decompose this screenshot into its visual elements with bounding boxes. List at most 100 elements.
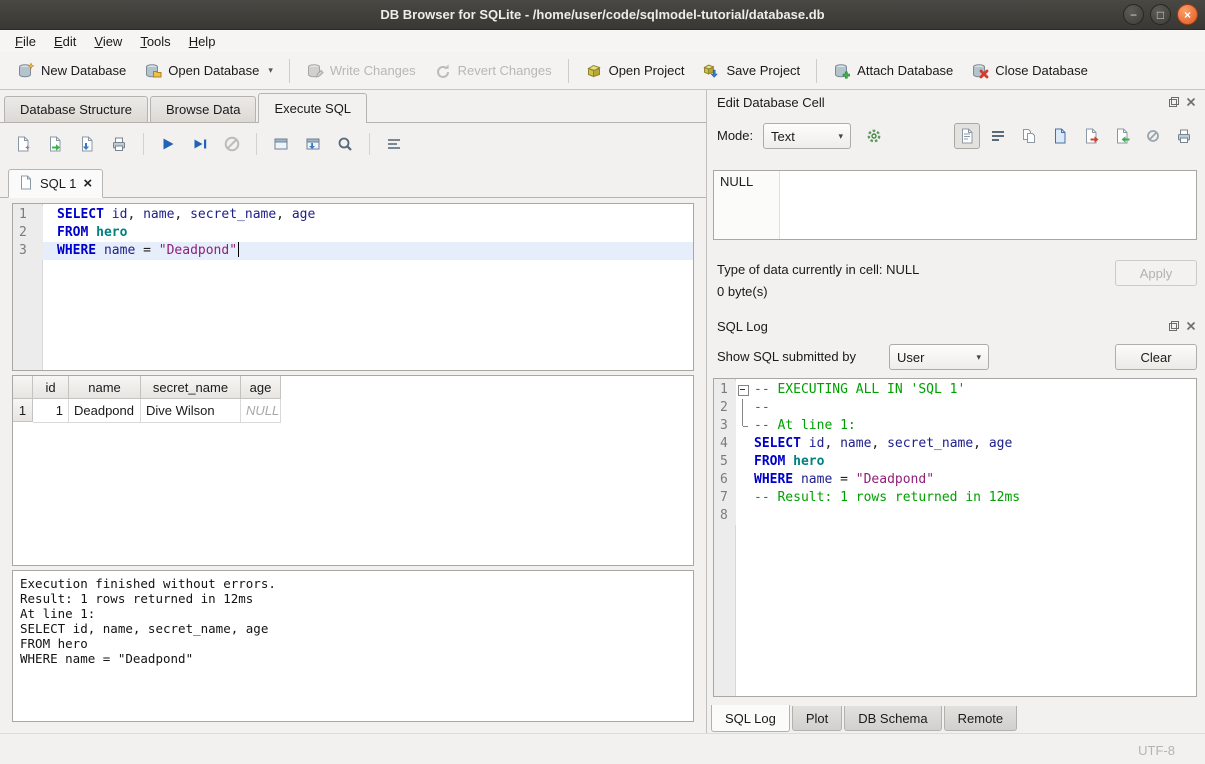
code-token: , [973, 436, 989, 451]
tab-database-structure[interactable]: Database Structure [4, 96, 148, 122]
sql-editor-area[interactable]: 1SELECT id, name, secret_name, age2FROM … [13, 204, 693, 370]
fold-marker[interactable] [736, 381, 750, 399]
sql-log-area[interactable]: 1-- EXECUTING ALL IN 'SQL 1'2--3-- At li… [714, 379, 1196, 696]
table-cell[interactable]: Dive Wilson [141, 399, 241, 423]
close-panel-icon[interactable] [1185, 96, 1197, 108]
float-panel-icon[interactable] [1168, 320, 1180, 332]
code-line-text: -- Result: 1 rows returned in 12ms [750, 489, 1020, 507]
sql-editor-toolbar [10, 131, 407, 157]
apply-button[interactable]: Apply [1115, 260, 1197, 286]
new-tab-button[interactable] [10, 131, 36, 157]
toolbar-button-open-project[interactable]: Open Project [576, 58, 694, 84]
tab-execute-sql[interactable]: Execute SQL [258, 93, 367, 123]
line-number: 1 [714, 381, 736, 399]
print-content-button[interactable] [1171, 123, 1197, 149]
save-sql-file-button[interactable] [74, 131, 100, 157]
stop-icon [223, 135, 241, 153]
toolbar-button-open-database[interactable]: Open Database▾ [135, 58, 282, 84]
column-header-id[interactable]: id [33, 376, 69, 399]
find-replace-button[interactable] [332, 131, 358, 157]
dock-tab-plot[interactable]: Plot [792, 706, 842, 731]
toolbar-button-new-database[interactable]: New Database [8, 58, 135, 84]
table-cell[interactable]: 1 [33, 399, 69, 423]
column-header-age[interactable]: age [241, 376, 281, 399]
close-tab-icon[interactable]: × [83, 176, 92, 191]
export-content-button[interactable] [1078, 123, 1104, 149]
submitted-by-select[interactable]: User ▾ [889, 344, 989, 370]
cell-editor-content[interactable] [780, 171, 1196, 239]
apply-settings-button[interactable] [861, 123, 887, 149]
edit-cell-title: Edit Database Cell [717, 95, 825, 110]
line-number: 8 [714, 507, 736, 525]
dock-tab-db-schema[interactable]: DB Schema [844, 706, 941, 731]
toggle-display-icon [385, 135, 403, 153]
menu-tools[interactable]: Tools [131, 32, 179, 51]
status-bar: UTF-8 [0, 733, 1205, 764]
app-window: DB Browser for SQLite - /home/user/code/… [0, 0, 1205, 764]
close-panel-icon[interactable] [1185, 320, 1197, 332]
table-cell[interactable]: NULL [241, 399, 281, 423]
menu-edit[interactable]: Edit [45, 32, 85, 51]
code-line-text: FROM hero [43, 224, 127, 242]
menu-file[interactable]: File [6, 32, 45, 51]
save-results-button[interactable] [300, 131, 326, 157]
sql-editor[interactable]: 1SELECT id, name, secret_name, age2FROM … [12, 203, 694, 371]
code-line: 5FROM hero [714, 453, 1196, 471]
cell-toolbar [954, 123, 1197, 149]
dropdown-arrow-icon[interactable]: ▾ [268, 65, 273, 76]
results-header-row: idnamesecret_nameage [13, 376, 693, 399]
column-header-name[interactable]: name [69, 376, 141, 399]
results-corner-cell [13, 376, 33, 399]
word-wrap-button[interactable] [985, 123, 1011, 149]
menu-view[interactable]: View [85, 32, 131, 51]
code-token: , [174, 207, 190, 222]
toolbar-button-close-database[interactable]: Close Database [962, 58, 1097, 84]
toolbar-button-save-project[interactable]: Save Project [693, 58, 809, 84]
execute-current-line-button[interactable] [187, 131, 213, 157]
float-panel-icon[interactable] [1168, 96, 1180, 108]
open-results-button[interactable] [268, 131, 294, 157]
title-bar[interactable]: DB Browser for SQLite - /home/user/code/… [0, 0, 1205, 30]
code-token: FROM [57, 225, 88, 240]
set-as-null-button[interactable] [1140, 123, 1166, 149]
tab-browse-data[interactable]: Browse Data [150, 96, 256, 122]
code-line: 4SELECT id, name, secret_name, age [714, 435, 1196, 453]
row-number-cell[interactable]: 1 [13, 399, 33, 422]
cell-editor[interactable]: NULL [713, 170, 1197, 240]
maximize-button[interactable]: □ [1150, 4, 1171, 25]
execution-message[interactable]: Execution finished without errors.Result… [12, 570, 694, 722]
mode-select[interactable]: Text ▾ [763, 123, 851, 149]
open-sql-file-button[interactable] [42, 131, 68, 157]
menu-help[interactable]: Help [180, 32, 225, 51]
submitted-by-value: User [897, 350, 924, 365]
sql-doc-tab[interactable]: SQL 1 × [8, 169, 103, 198]
code-token [96, 243, 104, 258]
minimize-button[interactable]: − [1123, 4, 1144, 25]
code-token: , [824, 436, 840, 451]
sql-log-view[interactable]: 1-- EXECUTING ALL IN 'SQL 1'2--3-- At li… [713, 378, 1197, 697]
toggle-display-button[interactable] [381, 131, 407, 157]
code-line-text: -- [750, 399, 770, 417]
save-sql-file-icon [78, 135, 96, 153]
table-row: 11DeadpondDive WilsonNULL [13, 399, 693, 423]
import-content-button[interactable] [1109, 123, 1135, 149]
dock-tab-sql-log[interactable]: SQL Log [711, 705, 790, 732]
toolbar-button-attach-database[interactable]: Attach Database [824, 58, 962, 84]
column-header-secret-name[interactable]: secret_name [141, 376, 241, 399]
save-content-button[interactable] [1047, 123, 1073, 149]
table-cell[interactable]: Deadpond [69, 399, 141, 423]
copy-content-button[interactable] [1016, 123, 1042, 149]
code-token: -- Result: 1 rows returned in 12ms [754, 490, 1020, 505]
dock-tab-remote[interactable]: Remote [944, 706, 1018, 731]
apply-settings-icon [865, 127, 883, 145]
window-controls: − □ × [1123, 4, 1198, 25]
clear-button[interactable]: Clear [1115, 344, 1197, 370]
code-token: WHERE [57, 243, 96, 258]
close-button[interactable]: × [1177, 4, 1198, 25]
print-button[interactable] [106, 131, 132, 157]
stop-button [219, 131, 245, 157]
word-wrap-icon [989, 127, 1007, 145]
execute-all-button[interactable] [155, 131, 181, 157]
text-mode-icon [958, 127, 976, 145]
text-mode-button[interactable] [954, 123, 980, 149]
